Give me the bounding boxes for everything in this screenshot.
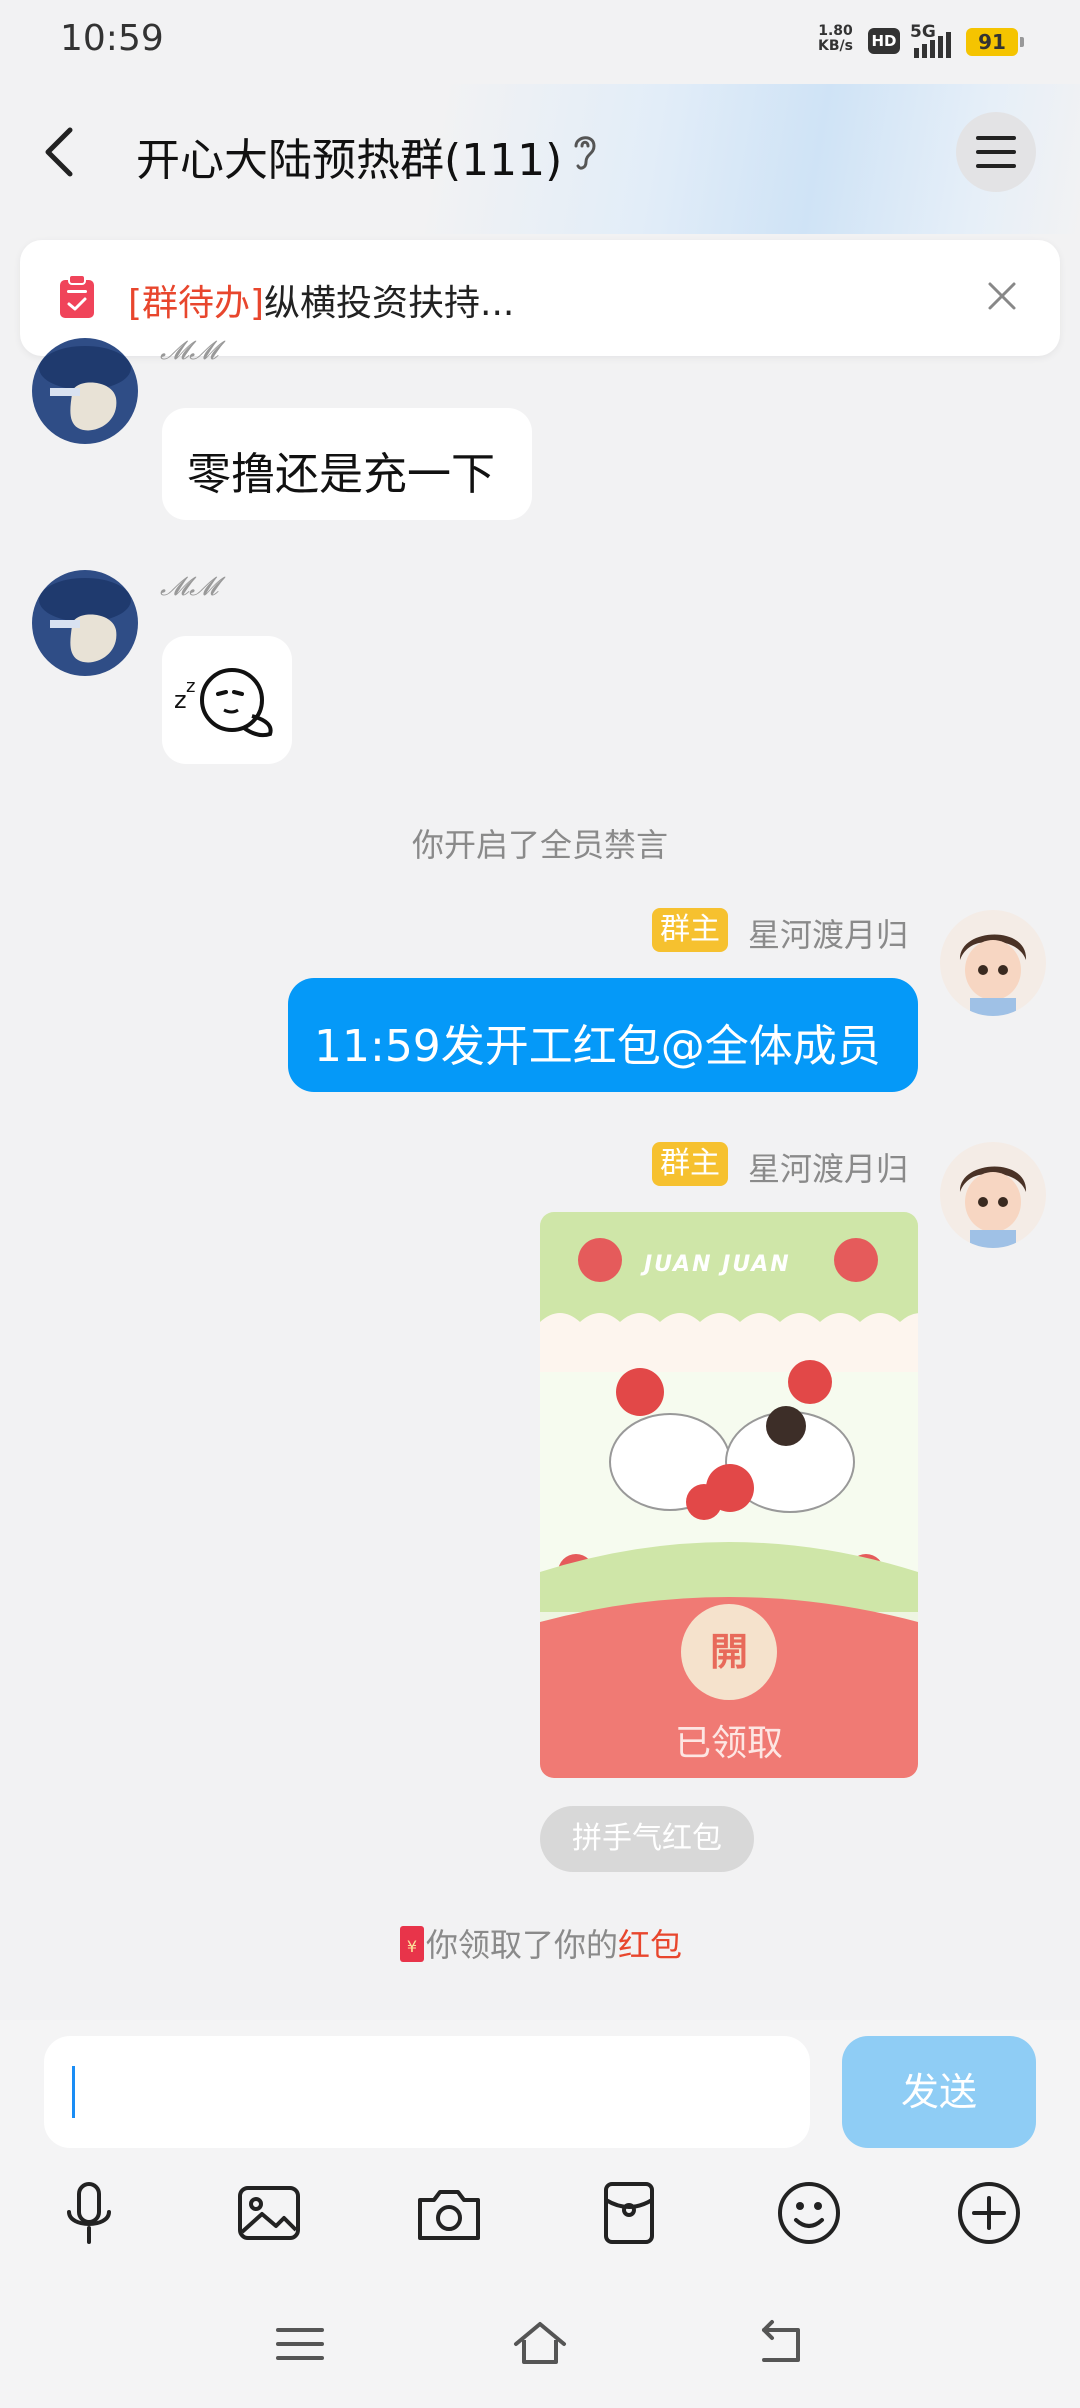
red-packet-small-icon: ¥ bbox=[399, 1926, 424, 1962]
avatar[interactable] bbox=[32, 338, 138, 444]
avatar-image bbox=[940, 1142, 1046, 1248]
sender-nickname: 𝓜𝓜 bbox=[160, 572, 219, 602]
status-bar: 10:59 1.80 KB/s HD 5G 91 bbox=[0, 0, 1080, 84]
message-bubble[interactable]: 11:59发开工红包@全体成员 bbox=[288, 978, 918, 1092]
avatar-image bbox=[32, 570, 138, 676]
network-speed: 1.80 KB/s bbox=[818, 24, 853, 54]
system-message: 你开启了全员禁言 bbox=[411, 826, 668, 864]
svg-text:z: z bbox=[186, 676, 195, 697]
red-packet-icon[interactable] bbox=[594, 2178, 664, 2248]
message-text: 11:59发开工红包@全体成员 bbox=[314, 1021, 881, 1072]
message-input[interactable] bbox=[44, 2036, 810, 2148]
network-speed-unit: KB/s bbox=[818, 38, 853, 54]
status-time: 10:59 bbox=[60, 18, 164, 59]
menu-icon bbox=[976, 136, 1016, 168]
system-message: ¥ 你领取了你的红包 bbox=[0, 1920, 1080, 1966]
camera-icon[interactable] bbox=[414, 2178, 484, 2248]
owner-badge: 群主 bbox=[652, 908, 728, 952]
todo-tag: [群待办] bbox=[128, 283, 265, 324]
todo-text: 纵横投资扶持... bbox=[264, 283, 515, 324]
network-speed-value: 1.80 bbox=[818, 23, 853, 39]
menu-button[interactable] bbox=[956, 112, 1036, 192]
chat-title[interactable]: 开心大陆预热群(111) bbox=[136, 124, 562, 188]
back-icon[interactable] bbox=[750, 2314, 810, 2374]
signal-icon bbox=[914, 32, 951, 58]
envelope-banner-text: JUAN JUAN bbox=[644, 1252, 791, 1277]
svg-text:¥: ¥ bbox=[407, 1937, 417, 1956]
message-text: 零撸还是充一下 bbox=[187, 449, 495, 500]
system-message-text: 你领取了你的 bbox=[425, 1926, 618, 1964]
close-icon[interactable] bbox=[982, 276, 1022, 316]
send-button[interactable]: 发送 bbox=[842, 2036, 1036, 2148]
sleeping-face-sticker: z z bbox=[174, 668, 273, 738]
home-icon[interactable] bbox=[510, 2314, 570, 2374]
owner-badge: 群主 bbox=[652, 1142, 728, 1186]
ear-icon[interactable] bbox=[570, 130, 600, 174]
envelope-type-label: 拼手气红包 bbox=[540, 1806, 754, 1872]
text-cursor bbox=[72, 2066, 75, 2118]
sender-name: 星河渡月归 bbox=[748, 916, 909, 954]
sticker-message[interactable]: z z bbox=[162, 636, 292, 764]
battery-icon: 91 bbox=[966, 28, 1024, 56]
hd-icon: HD bbox=[868, 28, 900, 54]
back-arrow-icon[interactable] bbox=[38, 122, 78, 182]
image-icon[interactable] bbox=[234, 2178, 304, 2248]
svg-text:z: z bbox=[174, 686, 187, 714]
self-avatar[interactable] bbox=[940, 1142, 1046, 1248]
avatar-image bbox=[940, 910, 1046, 1016]
microphone-icon[interactable] bbox=[54, 2178, 124, 2248]
self-avatar[interactable] bbox=[940, 910, 1046, 1016]
red-envelope-card[interactable]: JUAN JUAN 開 已领取 bbox=[540, 1212, 918, 1778]
message-bubble[interactable]: 零撸还是充一下 bbox=[162, 408, 532, 520]
sender-name: 星河渡月归 bbox=[748, 1150, 909, 1188]
plus-icon[interactable] bbox=[954, 2178, 1024, 2248]
recent-apps-icon[interactable] bbox=[270, 2314, 330, 2374]
avatar-image bbox=[32, 338, 138, 444]
envelope-status: 已领取 bbox=[674, 1723, 783, 1764]
open-envelope-button[interactable]: 開 bbox=[681, 1604, 777, 1700]
sender-nickname: 𝓜𝓜 bbox=[160, 336, 219, 366]
todo-clipboard-icon bbox=[60, 274, 94, 318]
red-packet-link[interactable]: 红包 bbox=[618, 1926, 682, 1964]
emoji-icon[interactable] bbox=[774, 2178, 844, 2248]
avatar[interactable] bbox=[32, 570, 138, 676]
